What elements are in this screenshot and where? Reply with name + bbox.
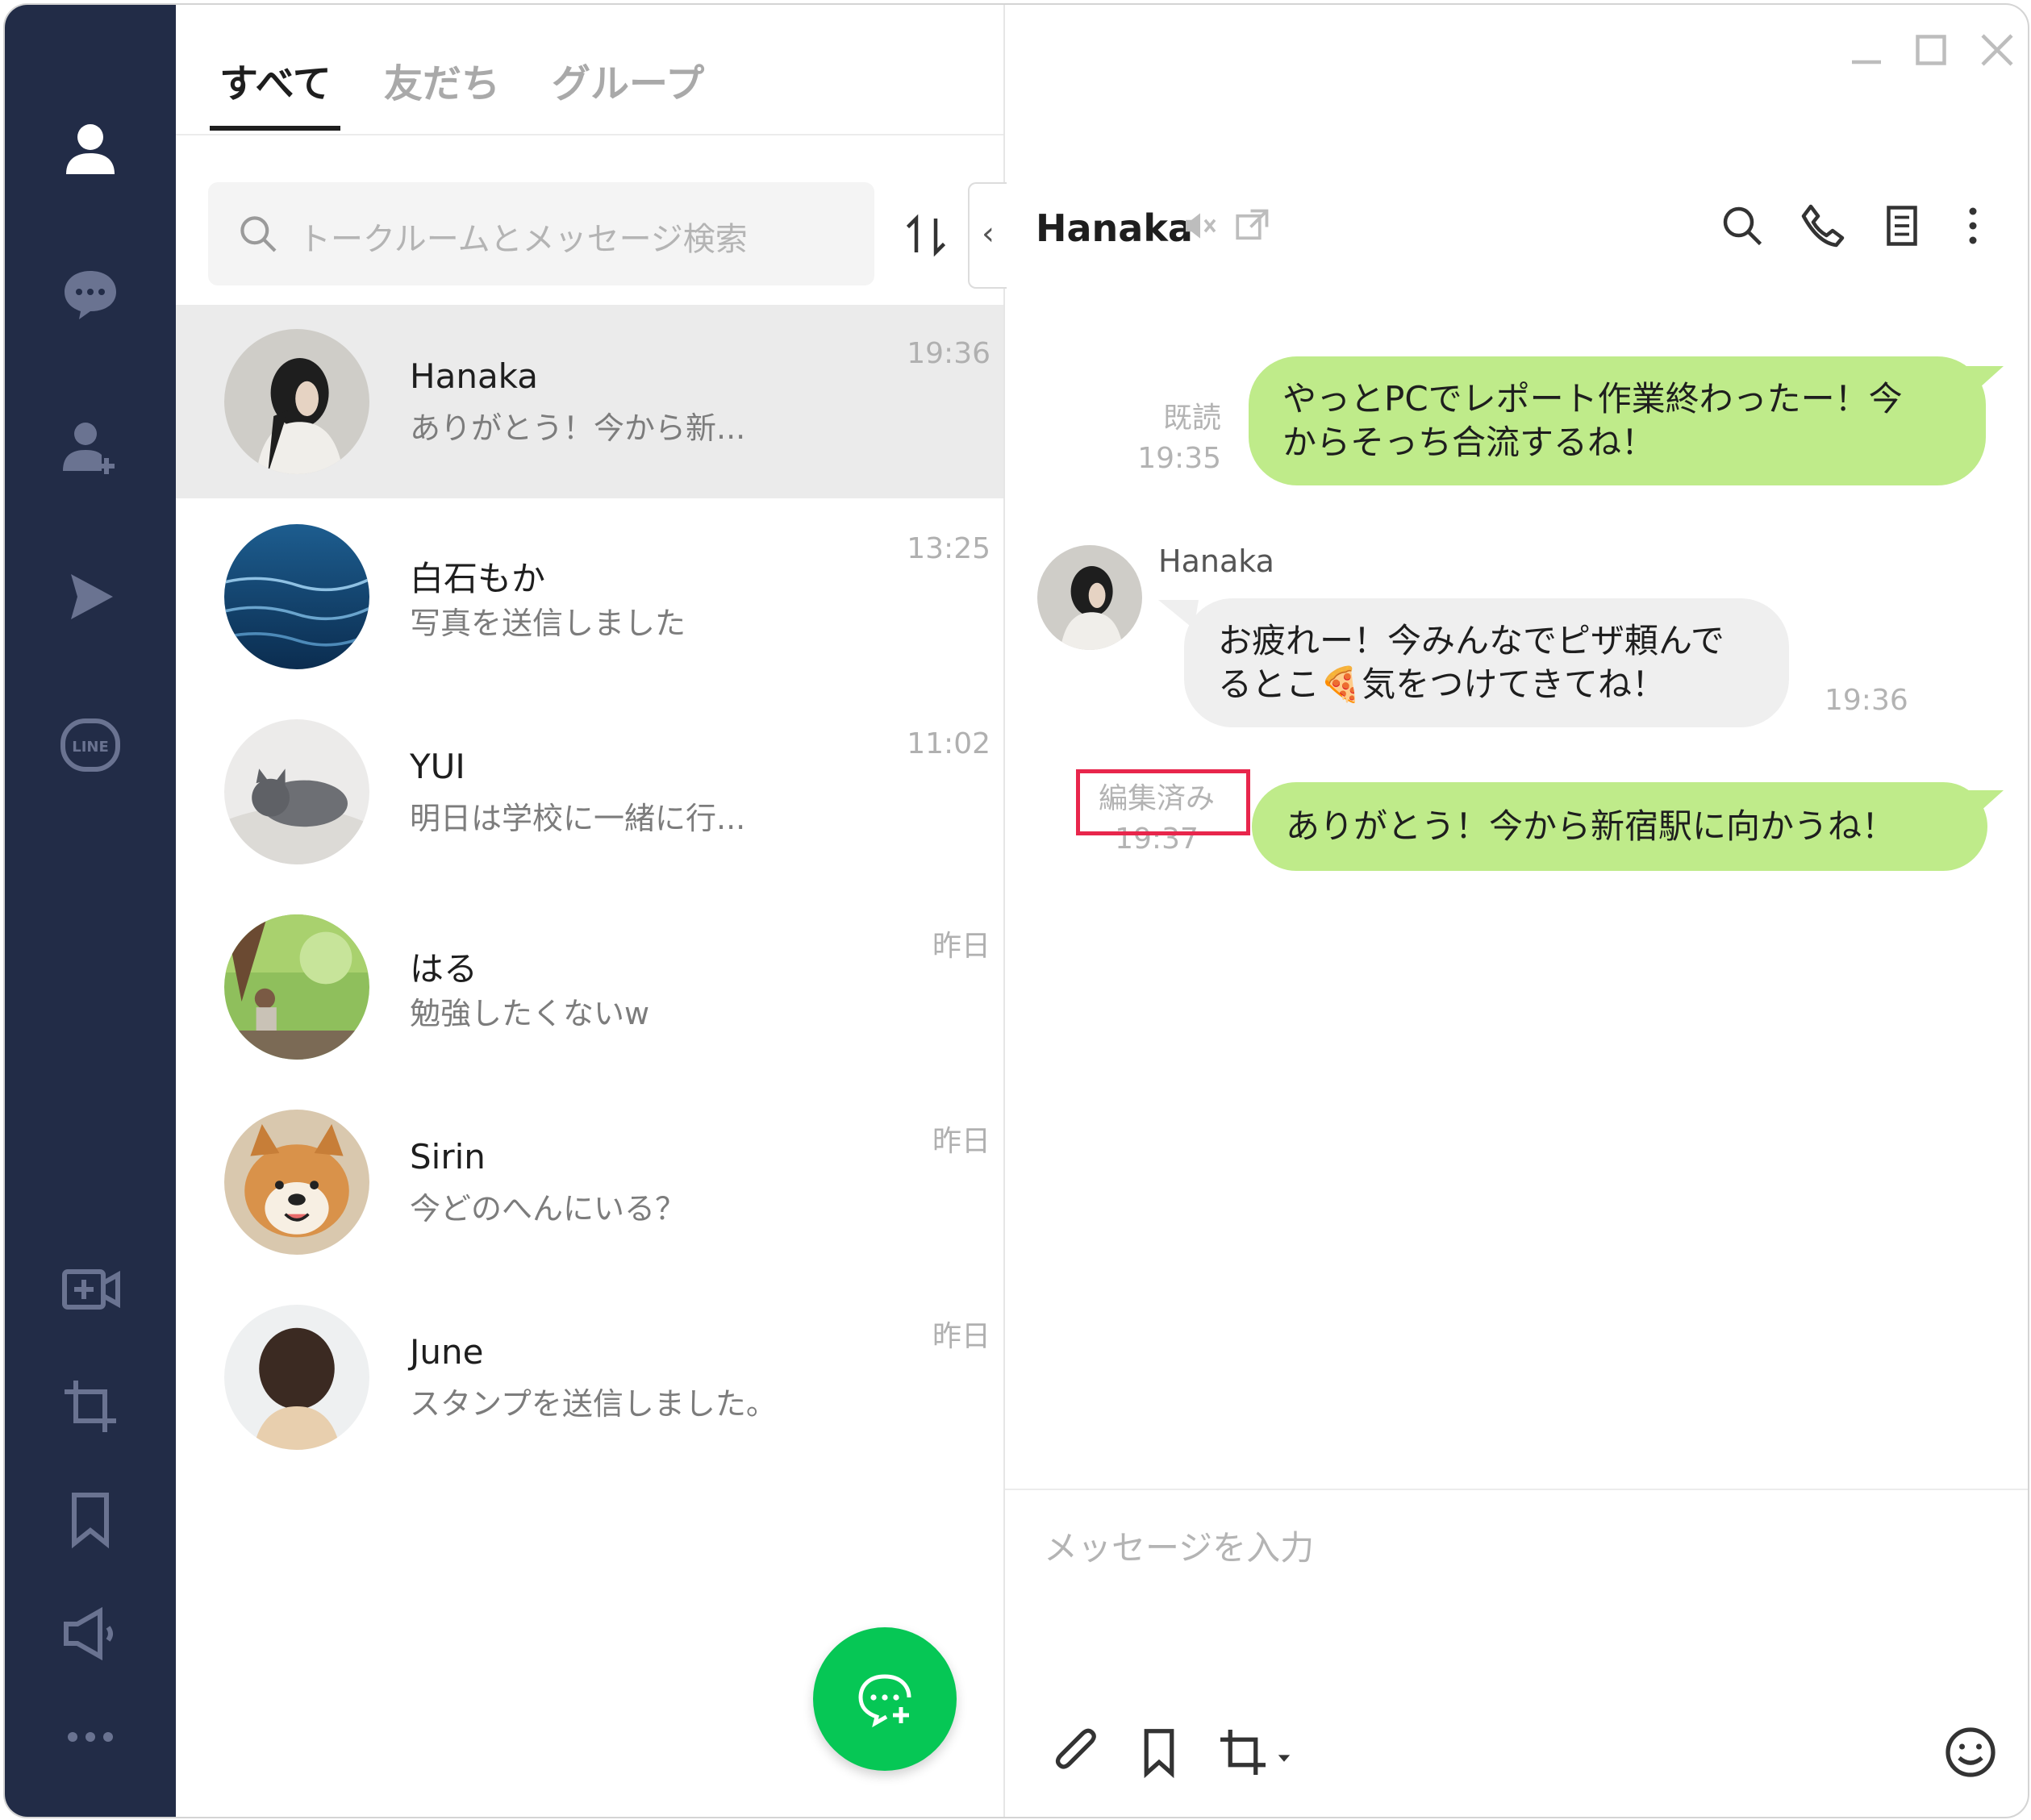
chat-preview: 勉強したくないw — [410, 996, 650, 1031]
sort-icon[interactable] — [902, 211, 950, 260]
active-tab-indicator — [210, 126, 340, 131]
chat-row-shiraishi[interactable]: 白石もか 写真を送信しました 13:25 — [176, 500, 1003, 693]
chats-icon[interactable] — [52, 255, 129, 332]
new-chat-icon — [858, 1674, 911, 1728]
search-placeholder: トークルームとメッセージ検索 — [298, 221, 748, 258]
avatar[interactable] — [1037, 545, 1142, 650]
video-call-icon[interactable] — [52, 1251, 129, 1328]
message-text: からそっち合流するね！ — [1282, 423, 1656, 462]
search-input[interactable]: トークルームとメッセージ検索 — [208, 182, 874, 285]
line-icon[interactable]: LINE — [52, 706, 129, 784]
tab-bar: すべて 友だち グループ — [176, 5, 1003, 135]
add-friend-icon[interactable] — [52, 408, 129, 485]
read-receipt: 既読 — [1162, 402, 1221, 435]
conversation-pane: Hanaka 既読 19:35 やっとPCでレポート作業終わったー！今 からそっ… — [1005, 5, 2028, 1817]
message-meta: 既読 19:35 — [1092, 398, 1221, 479]
chat-row-sirin[interactable]: Sirin 今どのへんにいる？ 昨日 — [176, 1085, 1003, 1279]
chat-preview: ありがとう！今から新... — [410, 410, 746, 446]
chat-time: 昨日 — [932, 1320, 990, 1353]
chat-time: 19:36 — [907, 337, 990, 370]
conversation-header: Hanaka — [1005, 134, 2028, 250]
chat-time: 昨日 — [932, 1125, 990, 1158]
bookmark-icon[interactable] — [1131, 1724, 1187, 1780]
chat-name: 白石もか — [410, 559, 546, 598]
search-icon — [240, 216, 277, 252]
message-text: お疲れー！今みんなでピザ頼んで — [1218, 621, 1724, 660]
bubble-tail — [1963, 366, 2004, 395]
chat-time: 昨日 — [932, 930, 990, 963]
side-nav: LINE — [5, 5, 176, 1817]
announcement-icon[interactable] — [52, 1595, 129, 1672]
avatar — [224, 914, 369, 1060]
friends-icon[interactable] — [52, 110, 129, 187]
attach-icon[interactable] — [1047, 1724, 1103, 1780]
app-window: LINE すべて 友だち グループ トークルームとメッセージ検索 ‹ Hanak… — [3, 3, 2029, 1818]
bookmark-icon[interactable] — [52, 1481, 129, 1558]
chat-list-pane: すべて 友だち グループ トークルームとメッセージ検索 ‹ Hanaka ありが… — [176, 5, 1007, 1817]
avatar — [224, 524, 369, 669]
avatar — [224, 1110, 369, 1255]
edited-highlight-box — [1076, 769, 1250, 835]
close-icon[interactable] — [1973, 26, 2021, 74]
tab-all[interactable]: すべて — [219, 52, 332, 108]
emoji-icon[interactable] — [1942, 1724, 1999, 1780]
collapse-panel-button[interactable]: ‹ — [968, 182, 1007, 289]
bubble-tail — [1963, 790, 2004, 819]
message-bubble-incoming[interactable]: お疲れー！今みんなでピザ頼んで るとこ🍕気をつけてきてね！ — [1184, 598, 1789, 727]
chat-row-hanaka[interactable]: Hanaka ありがとう！今から新... 19:36 — [176, 305, 1003, 498]
tab-friends[interactable]: 友だち — [384, 52, 500, 108]
chat-preview: 明日は学校に一緒に行... — [410, 801, 746, 836]
tab-groups[interactable]: グループ — [552, 52, 704, 108]
chat-row-haru[interactable]: はる 勉強したくないw 昨日 — [176, 890, 1003, 1084]
message-bubble-outgoing[interactable]: ありがとう！今から新宿駅に向かうね！ — [1252, 782, 1987, 871]
minimize-icon[interactable] — [1842, 26, 1891, 74]
avatar — [224, 329, 369, 474]
message-input-placeholder[interactable]: メッセージを入力 — [1044, 1521, 1314, 1570]
chat-preview: スタンプを送信しました。 — [410, 1386, 777, 1422]
chevron-down-icon[interactable] — [1274, 1748, 1294, 1768]
avatar — [224, 1305, 369, 1450]
chat-name: YUI — [410, 747, 465, 786]
chat-name: Sirin — [410, 1137, 486, 1177]
chat-time: 13:25 — [907, 532, 990, 565]
screenshot-icon[interactable] — [52, 1368, 129, 1445]
avatar — [224, 719, 369, 864]
chat-name: はる — [410, 949, 478, 989]
keep-icon[interactable] — [52, 558, 129, 635]
maximize-icon[interactable] — [1907, 26, 1955, 74]
screenshot-icon[interactable] — [1215, 1724, 1271, 1780]
chat-name: June — [410, 1332, 484, 1372]
message-time: 19:36 — [1825, 684, 1908, 717]
more-icon[interactable] — [52, 1698, 129, 1776]
new-chat-button[interactable] — [813, 1627, 957, 1771]
chat-preview: 写真を送信しました — [410, 606, 686, 641]
message-composer[interactable]: メッセージを入力 — [1005, 1489, 2028, 1817]
chat-name: Hanaka — [410, 356, 538, 396]
chat-time: 11:02 — [907, 727, 990, 760]
message-text: るとこ🍕気をつけてきてね！ — [1218, 664, 1666, 704]
svg-text:LINE: LINE — [72, 739, 109, 756]
message-text: やっとPCでレポート作業終わったー！今 — [1282, 379, 1903, 419]
chat-row-yui[interactable]: YUI 明日は学校に一緒に行... 11:02 — [176, 695, 1003, 889]
message-bubble-outgoing[interactable]: やっとPCでレポート作業終わったー！今 からそっち合流するね！ — [1249, 356, 1986, 485]
chat-preview: 今どのへんにいる？ — [410, 1191, 686, 1227]
message-area: 既読 19:35 やっとPCでレポート作業終わったー！今 からそっち合流するね！… — [1005, 231, 2028, 1489]
message-time: 19:35 — [1137, 442, 1221, 475]
chat-row-june[interactable]: June スタンプを送信しました。 昨日 — [176, 1281, 1003, 1474]
message-text: ありがとう！今から新宿駅に向かうね！ — [1286, 806, 1896, 846]
sender-name: Hanaka — [1158, 544, 1274, 579]
